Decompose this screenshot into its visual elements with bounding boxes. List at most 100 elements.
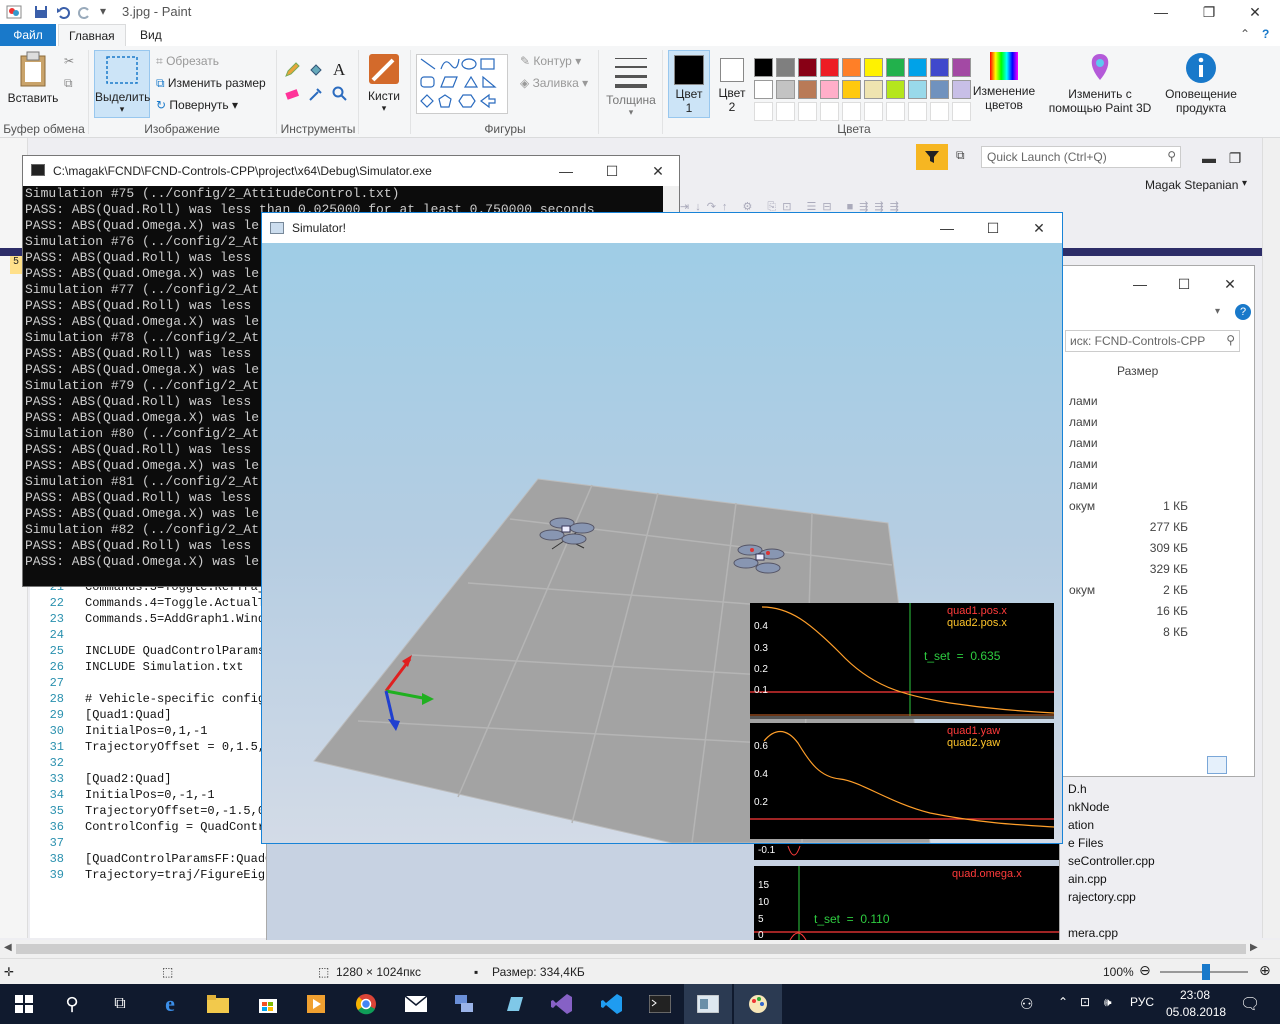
file-row[interactable]: лами: [1061, 457, 1256, 478]
people-icon[interactable]: ⚇: [1020, 995, 1033, 1013]
explorer-help-icon[interactable]: ?: [1235, 304, 1251, 320]
palette-swatch[interactable]: [842, 102, 861, 121]
network-tray-icon[interactable]: ⊡: [1080, 995, 1090, 1009]
select-button[interactable]: Выделить ▾: [94, 50, 150, 118]
explorer-expand-icon[interactable]: ▾: [1215, 306, 1220, 317]
feedback-icon[interactable]: ⧉: [956, 148, 965, 163]
file-row[interactable]: 277 КБ: [1061, 520, 1256, 541]
palette-swatch[interactable]: [820, 58, 839, 77]
solution-item[interactable]: rajectory.cpp: [1068, 890, 1136, 904]
user-dropdown-icon[interactable]: ▾: [1242, 178, 1247, 189]
vs-restore-button[interactable]: ❐: [1212, 146, 1258, 170]
minimize-button[interactable]: —: [1138, 0, 1184, 24]
file-row[interactable]: окум 2 КБ: [1061, 583, 1256, 604]
horizontal-scrollbar[interactable]: ◀ ▶: [0, 940, 1280, 958]
brushes-button[interactable]: Кисти ▾: [362, 52, 406, 114]
palette-swatch[interactable]: [776, 102, 795, 121]
palette-swatch[interactable]: [952, 58, 971, 77]
zoom-out-button[interactable]: ⊖: [1139, 962, 1151, 979]
scroll-thumb[interactable]: [16, 944, 1246, 954]
palette-swatch[interactable]: [930, 80, 949, 99]
file-row[interactable]: 8 КБ: [1061, 625, 1256, 646]
palette-swatch[interactable]: [754, 102, 773, 121]
zoom-in-button[interactable]: ⊕: [1259, 962, 1271, 979]
palette-swatch[interactable]: [776, 80, 795, 99]
file-row[interactable]: 16 КБ: [1061, 604, 1256, 625]
taskbar-edge[interactable]: e: [146, 984, 194, 1024]
outline-button[interactable]: ✎ Контур ▾: [520, 54, 581, 68]
file-row[interactable]: лами: [1061, 436, 1256, 457]
maximize-button[interactable]: ❐: [1186, 0, 1232, 24]
undo-icon[interactable]: [56, 5, 70, 19]
filter-icon[interactable]: [916, 144, 948, 170]
tab-home[interactable]: Главная: [58, 24, 126, 46]
solution-item[interactable]: e Files: [1068, 836, 1103, 850]
code-editor[interactable]: 21 Commands.3=Toggle.RefTraj 22 Commands.4=…: [30, 578, 272, 938]
taskbar-notes[interactable]: [490, 984, 538, 1024]
color-picker-icon[interactable]: [308, 86, 324, 102]
palette-swatch[interactable]: [754, 80, 773, 99]
tab-view[interactable]: Вид: [130, 24, 172, 46]
palette-swatch[interactable]: [842, 80, 861, 99]
taskbar-explorer[interactable]: [194, 984, 242, 1024]
magnifier-icon[interactable]: [332, 86, 348, 102]
console-close-button[interactable]: ✕: [635, 159, 681, 183]
palette-swatch[interactable]: [886, 58, 905, 77]
copy-icon[interactable]: ⧉: [64, 76, 73, 91]
clock-date[interactable]: 05.08.2018: [1166, 1005, 1226, 1019]
file-row[interactable]: лами: [1061, 415, 1256, 436]
fill-button[interactable]: ◈ Заливка ▾: [520, 76, 588, 90]
collapse-ribbon-icon[interactable]: ⌃: [1240, 27, 1250, 41]
palette-swatch[interactable]: [864, 102, 883, 121]
palette-swatch[interactable]: [798, 80, 817, 99]
explorer-minimize-button[interactable]: —: [1117, 272, 1163, 296]
size-button[interactable]: Толщина ▾: [604, 52, 658, 118]
explorer-search-input[interactable]: иск: FCND-Controls-CPP ⚲: [1065, 330, 1240, 352]
resize-button[interactable]: ⧉ Изменить размер: [156, 76, 266, 91]
solution-item[interactable]: ain.cpp: [1068, 872, 1107, 886]
taskbar-chrome[interactable]: [342, 984, 390, 1024]
file-row[interactable]: лами: [1061, 394, 1256, 415]
palette-swatch[interactable]: [864, 58, 883, 77]
taskbar-vscode[interactable]: [588, 984, 636, 1024]
palette-swatch[interactable]: [820, 80, 839, 99]
scroll-right-icon[interactable]: ▶: [1250, 942, 1258, 953]
graph-yaw[interactable]: 0.6 0.4 0.2 quad1.yaw quad2.yaw: [750, 723, 1055, 839]
graph-omega-x[interactable]: 15 10 5 0 quad.omega.x t_set = 0.110: [754, 866, 1059, 941]
start-button[interactable]: [0, 984, 48, 1024]
volume-icon[interactable]: 🕪: [1104, 995, 1112, 1010]
palette-swatch[interactable]: [798, 102, 817, 121]
taskbar-media[interactable]: [292, 984, 340, 1024]
help-icon[interactable]: ?: [1262, 27, 1269, 41]
tray-overflow-icon[interactable]: ⌃: [1058, 995, 1068, 1009]
palette-swatch[interactable]: [908, 102, 927, 121]
file-menu[interactable]: Файл: [0, 24, 56, 46]
palette-swatch[interactable]: [930, 102, 949, 121]
file-row[interactable]: лами: [1061, 478, 1256, 499]
solution-item[interactable]: mera.cpp: [1068, 926, 1118, 940]
fill-bucket-icon[interactable]: [308, 62, 324, 78]
solution-item[interactable]: nkNode: [1068, 800, 1109, 814]
simulator-3d-view[interactable]: 0.4 0.3 0.2 0.1 quad1.pos.x quad2.pos.x …: [262, 243, 1062, 844]
palette-swatch[interactable]: [798, 58, 817, 77]
explorer-close-button[interactable]: ✕: [1207, 272, 1253, 296]
file-row[interactable]: окум 1 КБ: [1061, 499, 1256, 520]
pencil-icon[interactable]: [284, 62, 300, 78]
file-row[interactable]: 309 КБ: [1061, 541, 1256, 562]
quick-access-dropdown-icon[interactable]: ▾: [100, 4, 106, 18]
rotate-button[interactable]: ↻ Повернуть ▾: [156, 98, 238, 112]
taskbar-network-app[interactable]: [440, 984, 488, 1024]
size-column-header[interactable]: Размер: [1117, 364, 1158, 378]
solution-item[interactable]: D.h: [1068, 782, 1087, 796]
scroll-left-icon[interactable]: ◀: [4, 942, 12, 953]
taskbar-console[interactable]: [636, 984, 684, 1024]
palette-swatch[interactable]: [886, 102, 905, 121]
task-view-button[interactable]: ⧉: [96, 984, 144, 1024]
color2-button[interactable]: Цвет 2: [714, 50, 750, 114]
file-row[interactable]: 329 КБ: [1061, 562, 1256, 583]
solution-item[interactable]: ation: [1068, 818, 1094, 832]
save-icon[interactable]: [34, 5, 48, 19]
simulator-minimize-button[interactable]: —: [924, 216, 970, 240]
taskbar-simulator[interactable]: [684, 984, 732, 1024]
taskbar-visual-studio[interactable]: [538, 984, 586, 1024]
